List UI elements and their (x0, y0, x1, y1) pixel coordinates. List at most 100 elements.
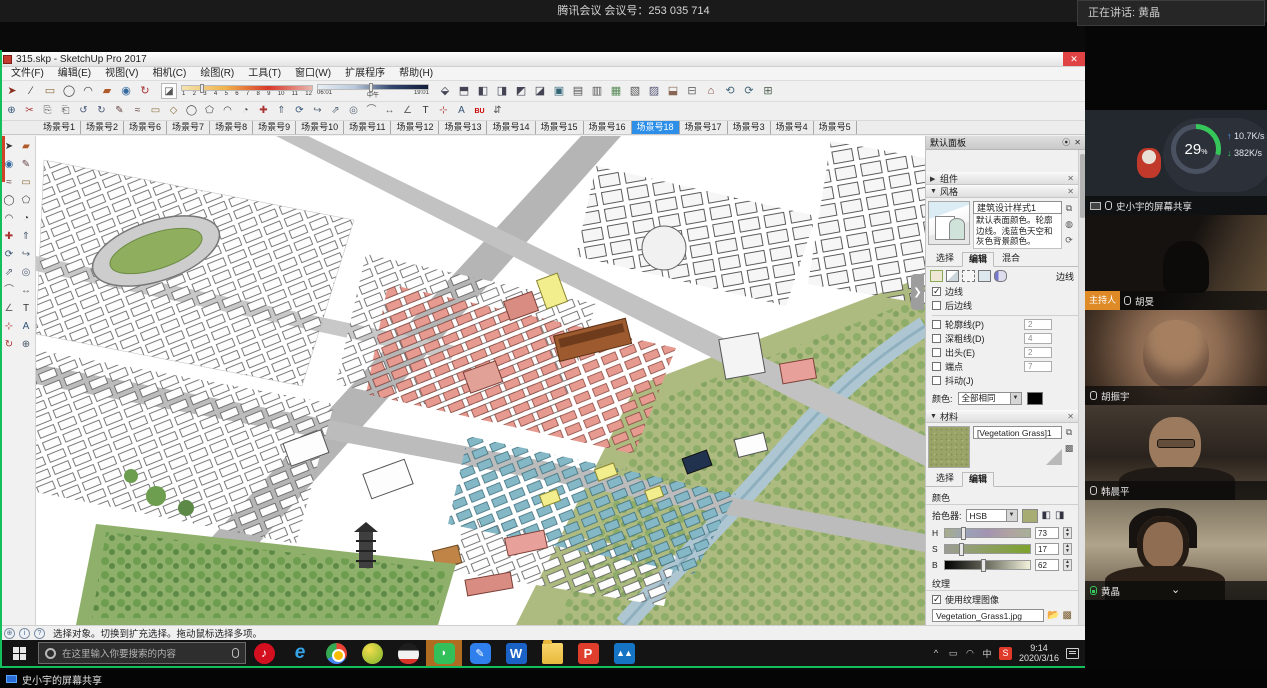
browse-folder-icon[interactable]: 📂 (1047, 610, 1059, 621)
month-slider-track[interactable] (181, 85, 313, 91)
edge-color-swatch[interactable] (1027, 392, 1043, 405)
make-component-icon[interactable]: ⊕ (3, 103, 20, 119)
3d-text-tool[interactable]: A (18, 318, 35, 335)
3d-text-icon[interactable]: A (453, 103, 470, 119)
participant-tile[interactable]: 韩晨平 (1085, 405, 1267, 500)
check-back-edges[interactable]: 后边线 (926, 299, 1078, 313)
brightness-slider[interactable] (944, 560, 1031, 570)
check-endpoints[interactable]: 端点 7 (926, 360, 1078, 374)
check-edges[interactable]: 边线 (926, 285, 1078, 299)
scene-tab-场景号17[interactable]: 场景号17 (680, 121, 728, 134)
menu-扩展程序[interactable]: 扩展程序 (338, 67, 392, 81)
eraser-icon[interactable]: ▰ (98, 82, 116, 100)
rotate-tool[interactable]: ⟳ (1, 246, 18, 263)
pencil-icon[interactable]: ✎ (111, 103, 128, 119)
month-slider-thumb[interactable] (200, 84, 204, 93)
menu-窗口(W)[interactable]: 窗口(W) (288, 67, 338, 81)
zoom-tool[interactable]: ⊕ (18, 336, 35, 353)
checkbox-icon[interactable] (932, 287, 941, 296)
expand-arrow-icon[interactable]: ▼ (930, 188, 940, 195)
dimension-icon[interactable]: ↔ (381, 103, 398, 119)
display-secondary-pane-icon[interactable]: ⧉ (1063, 427, 1075, 439)
tape-measure-tool[interactable]: ⌒ (1, 282, 18, 299)
scene-tab-场景号10[interactable]: 场景号10 (296, 121, 344, 134)
styles-section-header[interactable]: ▼ 风格 ✕ (926, 185, 1078, 198)
edge-style-edges-icon[interactable] (930, 270, 943, 282)
scene-tab-场景号2[interactable]: 场景号2 (81, 121, 124, 134)
saturation-slider[interactable] (944, 544, 1031, 554)
pie-tool[interactable]: ◔ (18, 210, 35, 227)
styles-close-icon[interactable]: ✕ (1067, 187, 1074, 196)
walk-icon[interactable]: ⇵ (489, 103, 506, 119)
panel-close-icon[interactable]: ✕ (1074, 138, 1081, 147)
scene-tab-场景号4[interactable]: 场景号4 (771, 121, 814, 134)
screen-share-preview-tile[interactable]: 29% ↑ 10.7K/s ↓ 382K/s 史小宇的屏幕共享 (1085, 110, 1267, 215)
polygon-icon[interactable]: ⬠ (201, 103, 218, 119)
time-slider-thumb[interactable] (369, 83, 373, 92)
menu-工具(T)[interactable]: 工具(T) (241, 67, 288, 81)
arc2-icon[interactable]: ◠ (219, 103, 236, 119)
scene-tab-场景号7[interactable]: 场景号7 (167, 121, 210, 134)
penguin-app-icon[interactable] (390, 640, 426, 666)
scene-tab-场景号16[interactable]: 场景号16 (584, 121, 632, 134)
sogou-ime-icon[interactable]: S (999, 647, 1012, 660)
wireframe-style-icon[interactable]: ▤ (569, 82, 587, 100)
top-view-icon[interactable]: ⬒ (455, 82, 473, 100)
wps-ppt-icon[interactable]: P (570, 640, 606, 666)
bu-plugin-icon[interactable]: BU (471, 103, 488, 119)
material-tab-选择[interactable]: 选择 (930, 472, 960, 486)
panel-scrollbar[interactable] (1078, 150, 1085, 625)
undo-icon[interactable]: ↺ (75, 103, 92, 119)
scene-tab-场景号12[interactable]: 场景号12 (391, 121, 439, 134)
update-style-icon[interactable]: ⟳ (1063, 234, 1075, 246)
hue-value-field[interactable]: 73 (1035, 527, 1059, 539)
scale-icon[interactable]: ⇗ (327, 103, 344, 119)
select-icon[interactable]: ➤ (3, 82, 21, 100)
zoom-extents-icon[interactable]: ⊞ (759, 82, 777, 100)
create-material-icon[interactable]: ▩ (1063, 443, 1075, 455)
rotate-icon[interactable]: ⟳ (291, 103, 308, 119)
collapse-videos-chevron[interactable]: ⌄ (1171, 583, 1180, 596)
pencil-tool[interactable]: ✎ (18, 156, 35, 173)
arc-tool[interactable]: ◠ (1, 210, 18, 227)
right-view-icon[interactable]: ◪ (531, 82, 549, 100)
xray-style-icon[interactable]: ▨ (645, 82, 663, 100)
scene-tab-场景号1[interactable]: 场景号1 (38, 121, 81, 134)
panel-collapse-arrow[interactable]: ❯ (911, 274, 924, 310)
shadow-month-slider[interactable]: 123456789101112 (181, 85, 313, 97)
edge-color-dropdown[interactable]: 全部相同 ▼ (958, 392, 1022, 405)
push-pull-tool[interactable]: ⇑ (18, 228, 35, 245)
rectangle2-icon[interactable]: ▭ (147, 103, 164, 119)
show-secondary-pane-icon[interactable]: ⧉ (1063, 202, 1075, 214)
expand-arrow-icon[interactable]: ▼ (930, 413, 940, 420)
texture-file-field[interactable]: Vegetation_Grass1.jpg (932, 609, 1044, 622)
back-view-icon[interactable]: ◨ (493, 82, 511, 100)
scene-tab-场景号8[interactable]: 场景号8 (210, 121, 253, 134)
taskbar-search[interactable]: 在这里输入你要搜索的内容 (38, 642, 246, 664)
checkbox-icon[interactable] (932, 334, 941, 343)
circle-tool[interactable]: ◯ (1, 192, 18, 209)
hidden-line-style-icon[interactable]: ▥ (588, 82, 606, 100)
hue-slider[interactable] (944, 528, 1031, 538)
front-view-icon[interactable]: ◧ (474, 82, 492, 100)
check-extension[interactable]: 出头(E) 2 (926, 346, 1078, 360)
material-name-field[interactable]: [Vegetation Grass]1 (973, 426, 1062, 439)
edge-style-extension-icon[interactable] (994, 270, 1007, 282)
scene-tab-场景号18[interactable]: 场景号18 (632, 121, 680, 134)
netease-music-icon[interactable]: ♪ (246, 640, 282, 666)
checkbox-icon[interactable] (932, 320, 941, 329)
polygon-tool[interactable]: ⬠ (18, 192, 35, 209)
line-icon[interactable]: ∕ (22, 82, 40, 100)
circle-icon[interactable]: ◯ (60, 82, 78, 100)
action-center-icon[interactable] (1066, 648, 1079, 659)
paste-icon[interactable]: ⎗ (57, 103, 74, 119)
previous-view-icon[interactable]: ⟲ (721, 82, 739, 100)
picker-dropdown[interactable]: HSB ▼ (966, 509, 1018, 522)
protractor-icon[interactable]: ∠ (399, 103, 416, 119)
slider-thumb[interactable] (959, 543, 964, 556)
edge-style-backedges-icon[interactable] (946, 270, 959, 282)
style-tab-混合[interactable]: 混合 (996, 252, 1026, 266)
dimension-tool[interactable]: ↔ (18, 282, 35, 299)
style-description[interactable]: 默认表面颜色。轮廓边线。浅蓝色天空和灰色背景颜色。 (973, 214, 1062, 249)
materials-section-header[interactable]: ▼ 材料 ✕ (926, 410, 1078, 423)
